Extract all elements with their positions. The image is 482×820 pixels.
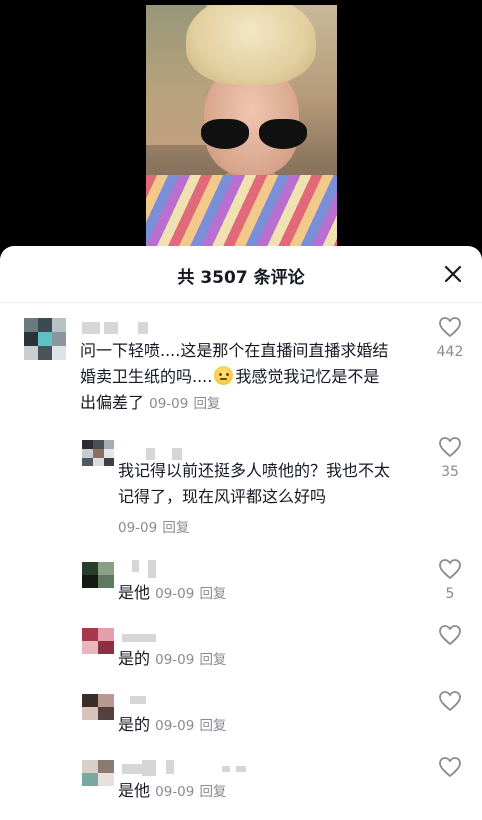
username-redacted[interactable] (132, 560, 162, 578)
close-icon[interactable] (441, 262, 465, 286)
avatar[interactable] (82, 562, 114, 588)
avatar[interactable] (24, 318, 66, 360)
comments-count-title: 共 3507 条评论 (177, 268, 305, 288)
reply-button[interactable]: 回复 (162, 520, 189, 536)
heart-icon[interactable] (438, 756, 462, 778)
comment-date: 09-09 (118, 520, 158, 536)
heart-icon[interactable] (438, 436, 462, 458)
avatar[interactable] (82, 628, 114, 654)
comment-item: 是他 09-09 回复 5 (0, 558, 482, 610)
username-redacted[interactable] (122, 760, 252, 776)
reply-button[interactable]: 回复 (199, 784, 226, 800)
comment-item: 是的 09-09 回复 (0, 624, 482, 676)
comment-item: 是的 09-09 回复 (0, 690, 482, 742)
comment-text: 是的 09-09 回复 (118, 649, 227, 668)
comment-date: 09-09 (149, 396, 189, 412)
heart-icon[interactable] (438, 624, 462, 646)
username-redacted[interactable] (122, 634, 162, 646)
reply-button[interactable]: 回复 (199, 586, 226, 602)
comment-item: 问一下轻喷....这是那个在直播间直播求婚结 婚卖卫生纸的吗.... 我感觉我记忆… (0, 316, 482, 426)
video-thumbnail[interactable] (146, 5, 337, 267)
username-redacted[interactable] (130, 696, 160, 708)
comments-panel: 共 3507 条评论 问一下轻喷....这是那个在直播间直播求婚结 婚卖卫生纸的… (0, 246, 482, 820)
video-person-sunglasses (201, 119, 311, 151)
reply-button[interactable]: 回复 (199, 718, 226, 734)
video-person-hair (186, 5, 316, 85)
avatar[interactable] (82, 694, 114, 720)
embarrassed-emoji-icon (214, 366, 234, 385)
comment-date: 09-09 (155, 718, 195, 734)
video-area[interactable] (0, 0, 482, 270)
comments-header: 共 3507 条评论 (0, 246, 482, 303)
comment-text: 是他 09-09 回复 (118, 781, 227, 800)
comment-date: 09-09 (155, 586, 195, 602)
heart-icon[interactable] (438, 558, 462, 580)
comment-item: 是他 09-09 回复 (0, 756, 482, 808)
username-redacted[interactable] (82, 322, 152, 334)
reply-button[interactable]: 回复 (193, 396, 220, 412)
heart-icon[interactable] (438, 316, 462, 338)
like-count: 35 (441, 464, 459, 480)
reply-button[interactable]: 回复 (199, 652, 226, 668)
heart-icon[interactable] (438, 690, 462, 712)
comment-text: 是的 09-09 回复 (118, 715, 227, 734)
like-count: 442 (436, 344, 464, 360)
comment-text: 是他 09-09 回复 (118, 583, 227, 602)
comment-text: 我记得以前还挺多人喷他的？我也不太 记得了，现在风评都这么好吗 09-09 回复 (118, 461, 391, 536)
comment-date: 09-09 (155, 784, 195, 800)
avatar[interactable] (82, 760, 114, 786)
comment-text: 问一下轻喷....这是那个在直播间直播求婚结 婚卖卫生纸的吗.... 我感觉我记忆… (80, 341, 389, 412)
comment-date: 09-09 (155, 652, 195, 668)
like-count: 5 (445, 586, 455, 602)
comment-item: 我记得以前还挺多人喷他的？我也不太 记得了，现在风评都这么好吗 09-09 回复… (0, 436, 482, 536)
avatar[interactable] (82, 440, 114, 466)
